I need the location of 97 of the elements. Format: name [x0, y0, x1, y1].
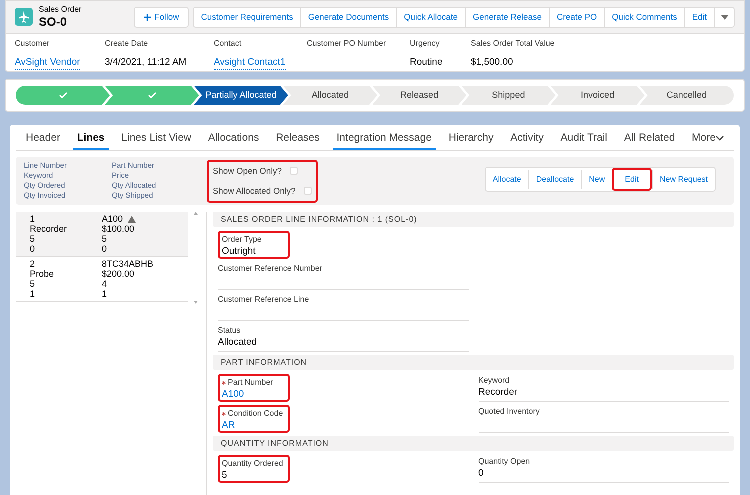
- action-button[interactable]: Generate Documents: [300, 8, 396, 26]
- tab[interactable]: Activity: [506, 132, 548, 150]
- line-value: 1: [30, 214, 36, 224]
- line-value: 1: [30, 289, 36, 299]
- field-label: Part Number: [222, 378, 286, 388]
- section-header: QUANTITY INFORMATION: [213, 436, 734, 451]
- field-label: Quoted Inventory: [478, 407, 541, 417]
- line-value: 5: [30, 279, 36, 289]
- field-label: Quantity Open: [478, 457, 532, 467]
- highlight-label: Customer PO Number: [307, 39, 388, 49]
- field-value: 5: [222, 470, 228, 482]
- path-step[interactable]: [16, 86, 110, 105]
- line-value: $100.00: [102, 224, 135, 234]
- field-value: Allocated: [218, 337, 258, 349]
- path-step[interactable]: Allocated: [283, 86, 378, 105]
- path-step[interactable]: [105, 86, 200, 105]
- highlight-value: $1,500.00: [471, 56, 514, 70]
- line-value: 5: [102, 234, 108, 244]
- highlight-value: 3/4/2021, 11:12 AM: [105, 56, 187, 70]
- field-label: Condition Code: [222, 409, 286, 419]
- check-icon: [58, 92, 68, 99]
- required-icon: [222, 381, 226, 385]
- filter-label: Show Open Only?: [213, 165, 282, 178]
- tab[interactable]: Allocations: [204, 132, 264, 150]
- line-action-button[interactable]: Deallocate: [528, 170, 582, 189]
- tab[interactable]: Integration Message: [332, 132, 436, 150]
- line-action-button[interactable]: Edit: [612, 168, 652, 191]
- field-link[interactable]: AR: [222, 420, 286, 432]
- line-value: 2: [30, 259, 36, 269]
- field-link[interactable]: A100: [222, 389, 286, 401]
- highlight-value: Routine: [410, 56, 443, 70]
- path-step[interactable]: Cancelled: [640, 86, 734, 105]
- chevron-down-icon: [716, 136, 724, 141]
- checkbox[interactable]: [290, 167, 298, 176]
- tab[interactable]: Lines: [73, 132, 109, 150]
- field-label: Order Type: [222, 235, 263, 245]
- field-label: Quantity Ordered: [222, 459, 284, 469]
- follow-button[interactable]: Follow: [134, 6, 190, 28]
- tab[interactable]: All Related: [620, 132, 680, 150]
- plus-icon: [144, 14, 151, 20]
- path-step[interactable]: Partially Allocated: [194, 86, 288, 105]
- line-action-button[interactable]: New: [581, 170, 612, 189]
- field-value: Recorder: [478, 387, 519, 399]
- section-header: SALES ORDER LINE INFORMATION : 1 (SOL-0): [213, 212, 734, 227]
- path-step[interactable]: Released: [372, 86, 467, 105]
- tab[interactable]: Audit Trail: [556, 132, 612, 150]
- line-value: 4: [102, 279, 108, 289]
- path-step[interactable]: Shipped: [462, 86, 556, 105]
- line-item[interactable]: 1 Recorder 5 0 A100 $100.00 5 0: [16, 212, 188, 257]
- line-action-button[interactable]: Allocate: [486, 170, 528, 189]
- action-button[interactable]: Quick Comments: [604, 8, 684, 26]
- highlight-label: Create Date: [105, 39, 150, 49]
- highlight-label: Sales Order Total Value: [471, 39, 556, 49]
- tab[interactable]: More: [688, 132, 728, 150]
- line-value: 0: [102, 244, 108, 254]
- scroll-down-icon: [194, 301, 198, 304]
- field-label: Keyword: [478, 376, 511, 386]
- action-button[interactable]: Quick Allocate: [396, 8, 465, 26]
- scroll-up-icon: [194, 212, 198, 215]
- field-label: Status: [218, 326, 242, 336]
- highlight-label: Contact: [214, 39, 243, 49]
- field-value: 0: [478, 468, 485, 480]
- tab[interactable]: Hierarchy: [444, 132, 498, 150]
- highlight-link[interactable]: AvSight Vendor: [15, 56, 80, 70]
- line-value: A100: [102, 214, 124, 224]
- caret-icon: [720, 14, 728, 20]
- action-button[interactable]: Customer Requirements: [194, 8, 300, 26]
- record-name: SO-0: [39, 15, 68, 29]
- field-label: Customer Reference Number: [218, 264, 324, 274]
- highlight-label: Customer: [15, 39, 51, 49]
- action-button[interactable]: Create PO: [549, 8, 604, 26]
- section-header: PART INFORMATION: [213, 355, 734, 370]
- line-value: 5: [30, 234, 36, 244]
- line-action-button[interactable]: New Request: [652, 170, 715, 189]
- action-button[interactable]: Edit: [684, 8, 714, 26]
- warning-icon: [128, 216, 136, 222]
- tab[interactable]: Lines List View: [118, 132, 196, 150]
- object-label: Sales Order: [39, 5, 82, 15]
- check-icon: [148, 92, 157, 99]
- tab[interactable]: Header: [22, 132, 64, 150]
- field-label: Customer Reference Line: [218, 295, 310, 305]
- line-value: 0: [30, 244, 36, 254]
- line-value: 8TC34ABHB: [102, 259, 154, 269]
- tab[interactable]: Releases: [272, 132, 324, 150]
- line-value: 1: [102, 289, 108, 299]
- action-button[interactable]: Generate Release: [465, 8, 549, 26]
- field-value: Outright: [222, 246, 257, 258]
- line-value: Recorder: [30, 224, 68, 234]
- checkbox[interactable]: [304, 187, 312, 196]
- line-value: $200.00: [102, 269, 135, 279]
- required-icon: [222, 412, 226, 416]
- record-type-icon: [15, 8, 33, 26]
- line-value: Probe: [30, 269, 56, 279]
- path-step[interactable]: Invoiced: [550, 86, 645, 105]
- highlight-link[interactable]: Avsight Contact1: [214, 56, 286, 70]
- highlight-label: Urgency: [410, 39, 441, 49]
- filter-label: Show Allocated Only?: [213, 184, 296, 198]
